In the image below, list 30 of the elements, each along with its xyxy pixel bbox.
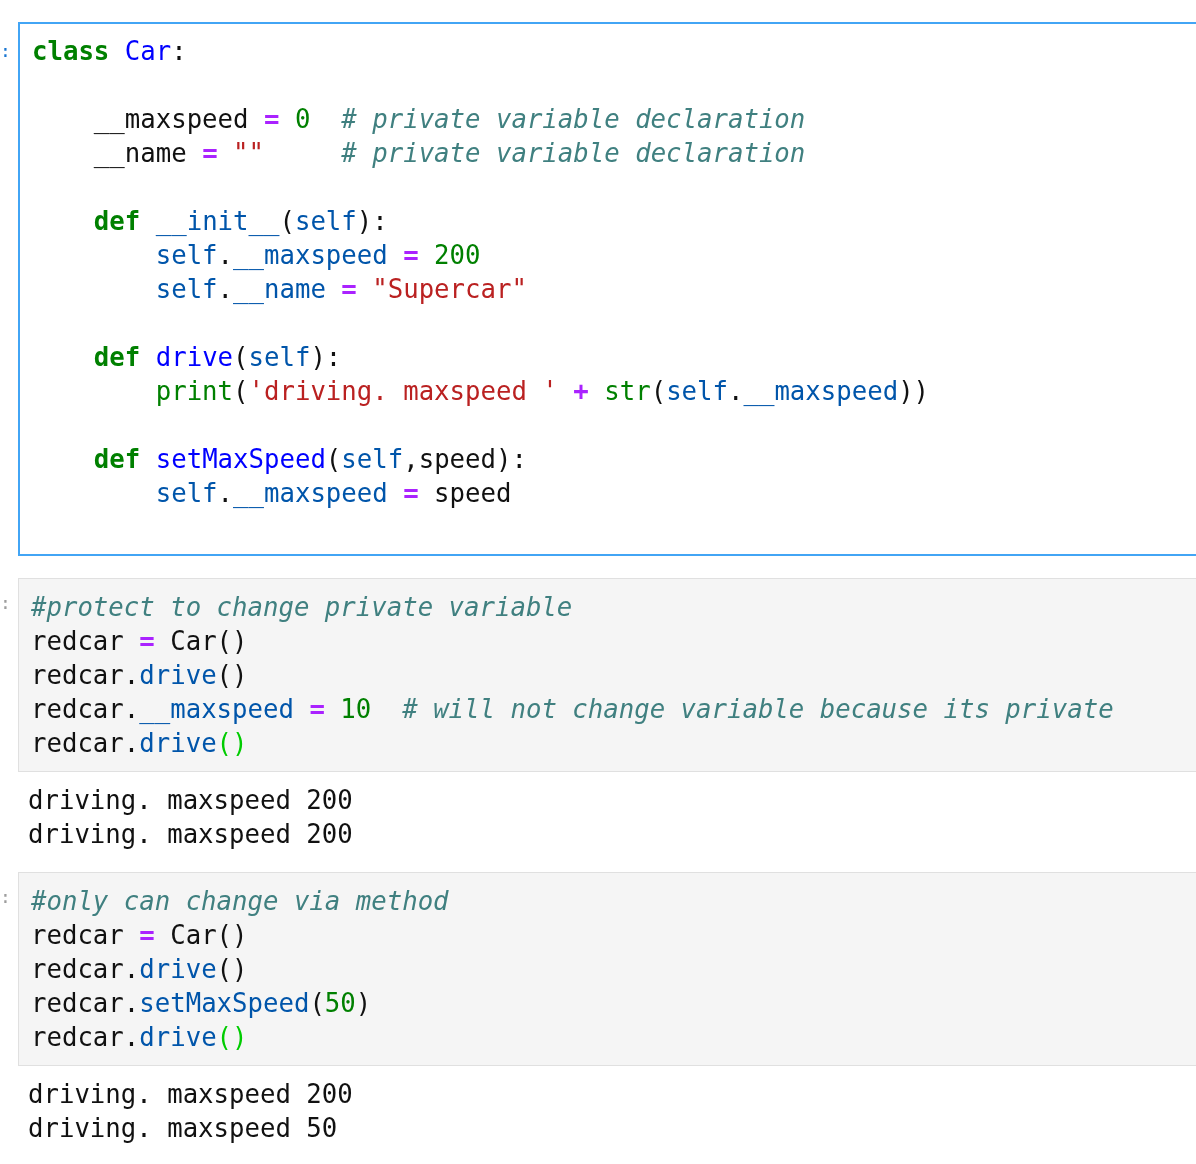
prompt-label: : <box>0 885 9 909</box>
code-line: __name = "" # private variable declaration <box>92 137 806 170</box>
code-line: redcar.__maxspeed = 10 # will not change variable because its private <box>31 693 1114 726</box>
code-line: redcar.setMaxSpeed(50) <box>31 987 372 1020</box>
code-line: class Car: <box>32 35 187 68</box>
code-line: def __init__(self): <box>92 205 388 238</box>
output-line: driving. maxspeed 200 <box>28 1078 353 1111</box>
code-line: redcar = Car() <box>31 625 248 658</box>
code-cell[interactable] <box>18 22 1196 556</box>
prompt-label: : <box>0 39 9 63</box>
code-line: def drive(self): <box>92 341 342 374</box>
output-line: driving. maxspeed 200 <box>28 818 353 851</box>
code-line: redcar.drive() <box>31 953 248 986</box>
code-line: print('driving. maxspeed ' + str(self.__maxspeed)) <box>154 375 930 408</box>
code-cell[interactable]: #only can change via method redcar = Car() redcar.drive() redcar.setMaxSpeed(50) redcar.drive() <box>18 872 1196 1066</box>
code-line: redcar.drive() <box>31 727 248 760</box>
code-line: #protect to change private variable <box>31 591 573 624</box>
code-line: __maxspeed = 0 # private variable declaration <box>92 103 806 136</box>
code-cell[interactable]: #protect to change private variable redcar = Car() redcar.drive() redcar.__maxspeed = 10 # will not change variable because its private redcar.drive() <box>18 578 1196 772</box>
code-line: self.__name = "Supercar" <box>154 273 527 306</box>
code-line: def setMaxSpeed(self,speed): <box>92 443 527 476</box>
code-line: redcar.drive() <box>31 659 248 692</box>
code-line: #only can change via method <box>31 885 449 918</box>
prompt-label: : <box>0 591 9 615</box>
output-line: driving. maxspeed 200 <box>28 784 353 817</box>
code-line: self.__maxspeed = 200 <box>154 239 481 272</box>
code-line: redcar.drive() <box>31 1021 248 1054</box>
output-line: driving. maxspeed 50 <box>28 1112 338 1145</box>
code-line: self.__maxspeed = speed <box>154 477 512 510</box>
code-line: redcar = Car() <box>31 919 248 952</box>
